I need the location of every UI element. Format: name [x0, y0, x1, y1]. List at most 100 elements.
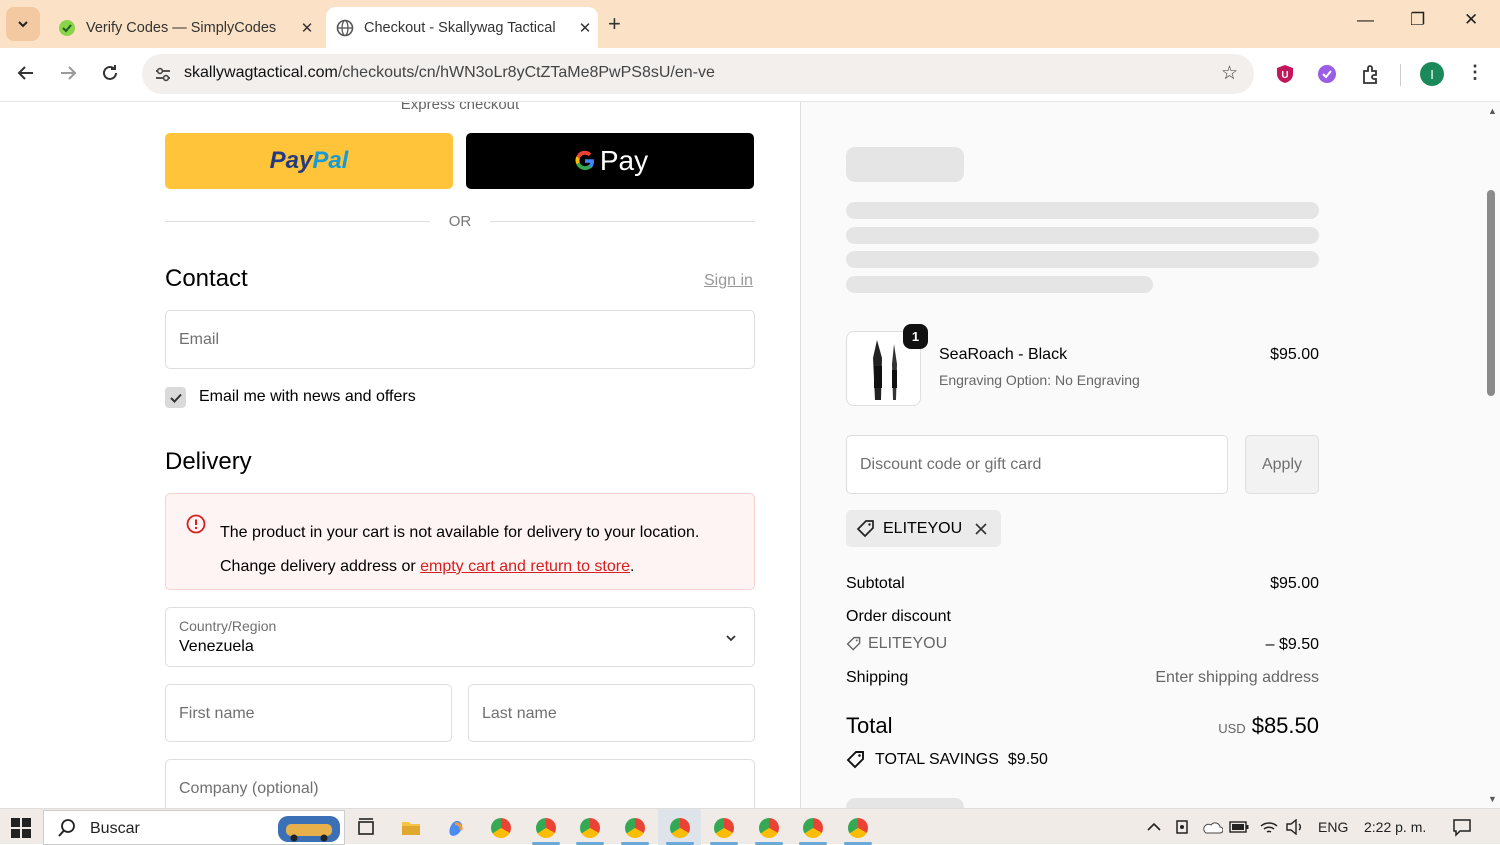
quantity-badge: 1	[903, 324, 928, 349]
task-view-icon[interactable]	[356, 818, 376, 838]
alert-message: The product in your cart is not availabl…	[220, 524, 700, 541]
search-label: Buscar	[90, 820, 140, 837]
applied-discount-chip: ELITEYOU	[846, 510, 1001, 547]
news-offers-checkbox[interactable]	[165, 387, 186, 408]
search-highlight-image	[278, 816, 340, 842]
volume-icon[interactable]	[1285, 819, 1305, 835]
delivery-heading: Delivery	[165, 448, 252, 475]
scrollbar-thumb[interactable]	[1487, 190, 1495, 396]
clock-time[interactable]: 2:22 p. m.	[1364, 819, 1426, 835]
chrome-app-icon[interactable]	[670, 818, 690, 838]
reload-icon	[103, 65, 117, 80]
url-path: /checkouts/cn/hWN3oLr8yCtZTaMe8PwPS8sU/e…	[337, 64, 715, 81]
toolbar-divider	[1400, 64, 1401, 86]
bookmark-star-icon[interactable]: ☆	[1221, 62, 1238, 85]
copilot-icon[interactable]	[446, 818, 466, 838]
contact-heading: Contact	[165, 265, 248, 292]
chevron-down-icon	[18, 21, 28, 28]
order-summary: 1 SeaRoach - Black Engraving Option: No …	[800, 102, 1484, 808]
tab-title: Verify Codes — SimplyCodes	[86, 19, 277, 36]
scroll-down-arrow-icon[interactable]: ▼	[1488, 794, 1497, 804]
onedrive-cloud-icon[interactable]	[1201, 820, 1223, 834]
close-tab-icon[interactable]: ✕	[294, 19, 320, 37]
discount-code-row: ELITEYOU	[846, 635, 947, 653]
tab-checkout[interactable]: Checkout - Skallywag Tactical ✕	[326, 7, 598, 48]
new-tab-button[interactable]: +	[608, 11, 621, 37]
email-field[interactable]: Email	[165, 310, 755, 369]
battery-icon[interactable]	[1229, 820, 1249, 834]
show-hidden-icons-chevron-icon[interactable]	[1147, 821, 1161, 833]
chrome-app-icon[interactable]	[714, 818, 734, 838]
extensions-puzzle-icon[interactable]	[1360, 63, 1382, 85]
country-value: Venezuela	[179, 638, 254, 655]
chrome-app-icon[interactable]	[625, 818, 645, 838]
close-window-button[interactable]: ✕	[1464, 10, 1478, 30]
discount-code-field[interactable]: Discount code or gift card	[846, 435, 1228, 494]
news-offers-label[interactable]: Email me with news and offers	[199, 388, 416, 406]
paypal-button[interactable]: PayPal	[165, 133, 453, 189]
page-scrollbar[interactable]: ▲ ▼	[1484, 102, 1500, 808]
input-language[interactable]: ENG	[1318, 819, 1348, 835]
file-explorer-icon[interactable]	[401, 818, 421, 838]
checkmark-icon	[169, 393, 182, 403]
or-divider: OR	[165, 212, 755, 232]
profile-avatar[interactable]: I	[1420, 62, 1444, 86]
chrome-app-icon[interactable]	[759, 818, 779, 838]
last-name-field[interactable]: Last name	[468, 684, 755, 742]
site-settings-icon[interactable]	[152, 63, 174, 85]
email-placeholder: Email	[179, 331, 220, 348]
chrome-app-icon[interactable]	[580, 818, 600, 838]
tab-search-button[interactable]	[6, 7, 40, 41]
product-price: $95.00	[1270, 346, 1319, 363]
browser-menu-button[interactable]: ⋮	[1466, 62, 1484, 83]
country-select[interactable]: Country/Region Venezuela	[165, 607, 755, 667]
loading-skeleton	[846, 227, 1319, 244]
chrome-app-icon[interactable]	[491, 818, 511, 838]
remove-discount-icon[interactable]	[974, 522, 988, 536]
simplycodes-extension-icon[interactable]	[1316, 63, 1338, 85]
company-placeholder: Company (optional)	[179, 780, 319, 797]
reload-button[interactable]	[100, 63, 120, 89]
empty-cart-link[interactable]: empty cart and return to store	[420, 558, 630, 575]
meet-now-icon[interactable]	[1175, 819, 1193, 835]
chevron-down-icon	[726, 635, 736, 642]
url-text[interactable]: skallywagtactical.com/checkouts/cn/hWN3o…	[184, 64, 715, 82]
total-amount: USD $85.50	[1119, 713, 1319, 739]
notifications-icon[interactable]	[1452, 817, 1472, 837]
total-label: Total	[846, 713, 893, 738]
loading-skeleton	[846, 147, 964, 182]
product-name: SeaRoach - Black	[939, 346, 1068, 363]
savings-label: TOTAL SAVINGS	[875, 751, 999, 768]
subtotal-value: $95.00	[1270, 575, 1319, 592]
ublock-extension-icon[interactable]: U	[1274, 63, 1296, 85]
minimize-button[interactable]: —	[1357, 10, 1374, 30]
svg-text:U: U	[1281, 70, 1288, 81]
chrome-app-icon[interactable]	[803, 818, 823, 838]
tab-simplycodes[interactable]: Verify Codes — SimplyCodes ✕	[48, 7, 320, 48]
chrome-app-icon[interactable]	[848, 818, 868, 838]
loading-skeleton	[846, 251, 1319, 268]
first-name-field[interactable]: First name	[165, 684, 452, 742]
apply-button[interactable]: Apply	[1245, 435, 1319, 494]
taskbar-search-box[interactable]: Buscar	[43, 810, 345, 845]
product-option: Engraving Option: No Engraving	[939, 372, 1140, 388]
globe-icon	[336, 19, 354, 37]
scroll-up-arrow-icon[interactable]: ▲	[1488, 106, 1497, 116]
company-field[interactable]: Company (optional)	[165, 759, 755, 808]
google-pay-button[interactable]: Pay	[466, 133, 754, 189]
total-savings-row: TOTAL SAVINGS $9.50	[846, 750, 1048, 770]
chrome-app-icon[interactable]	[536, 818, 556, 838]
subtotal-label: Subtotal	[846, 575, 905, 592]
last-name-placeholder: Last name	[482, 705, 557, 722]
total-value: $85.50	[1251, 713, 1319, 738]
address-bar[interactable]: skallywagtactical.com/checkouts/cn/hWN3o…	[142, 54, 1254, 94]
sign-in-link[interactable]: Sign in	[704, 272, 753, 290]
close-tab-icon[interactable]: ✕	[572, 19, 598, 37]
wifi-icon[interactable]	[1259, 818, 1279, 836]
restore-button[interactable]: ❐	[1410, 10, 1425, 30]
back-button[interactable]	[16, 63, 36, 89]
windows-start-icon[interactable]	[11, 818, 31, 838]
paypal-logo: PayPal	[269, 147, 349, 174]
forward-button[interactable]	[58, 63, 78, 89]
windows-taskbar: Buscar ENG 2:22 p. m.	[0, 808, 1500, 845]
